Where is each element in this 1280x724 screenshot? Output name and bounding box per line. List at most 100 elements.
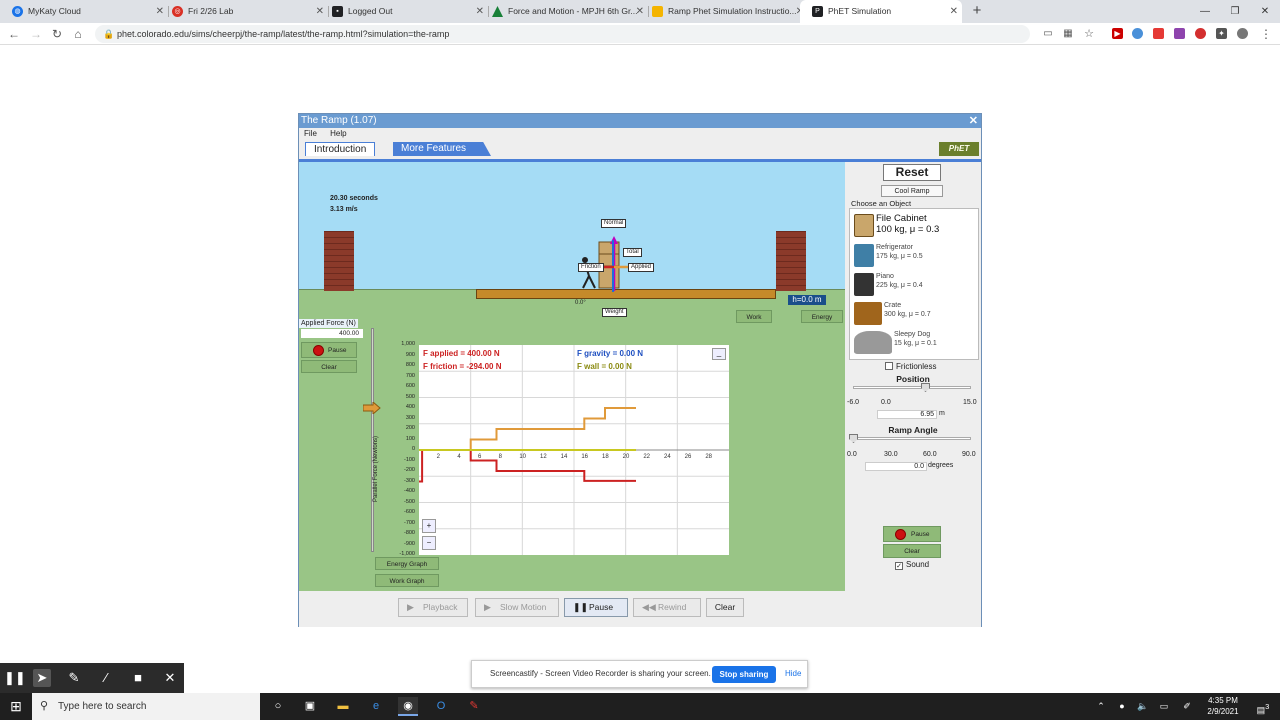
ramp-angle-slider-knob[interactable]: [849, 434, 858, 443]
work-button[interactable]: Work: [736, 310, 772, 323]
screencastify-icon[interactable]: ✎: [464, 697, 484, 716]
microphone-icon[interactable]: ●: [1114, 693, 1130, 720]
notification-icon[interactable]: ▤3: [1250, 693, 1276, 720]
browser-tab[interactable]: ◍ MyKaty Cloud ✕: [0, 0, 168, 23]
reset-button[interactable]: Reset: [883, 164, 941, 181]
position-slider-knob[interactable]: [921, 383, 930, 392]
extension-circle-icon[interactable]: [1132, 28, 1143, 39]
clock[interactable]: 4:35 PM 2/9/2021: [1200, 695, 1246, 717]
object-name: Sleepy Dog: [894, 331, 931, 338]
tab-introduction[interactable]: Introduction: [305, 142, 376, 156]
work-graph-button[interactable]: Work Graph: [375, 574, 439, 587]
cursor-icon[interactable]: ➤: [33, 669, 51, 687]
object-piano[interactable]: Piano 225 kg, μ = 0.4: [852, 271, 978, 299]
browser-tab[interactable]: Ramp Phet Simulation Instructio... ✕: [640, 0, 808, 23]
minimize-window-button[interactable]: —: [1190, 0, 1220, 23]
extension-record-icon[interactable]: [1195, 28, 1206, 39]
profile-icon[interactable]: [1237, 28, 1248, 39]
file-explorer-icon[interactable]: ▬: [333, 697, 353, 716]
menu-dots-icon[interactable]: ⋮: [1258, 26, 1274, 42]
menu-bar: File Help: [299, 128, 981, 140]
pause-recording-icon[interactable]: ❚❚: [4, 669, 26, 687]
pen-workspace-icon[interactable]: ✐: [1179, 693, 1195, 720]
extension-screencastify-icon[interactable]: [1153, 28, 1164, 39]
close-toolbar-icon[interactable]: ✕: [161, 669, 179, 687]
clear-button[interactable]: Clear: [706, 598, 744, 617]
tab-more-features[interactable]: More Features: [393, 142, 491, 156]
minimize-graph-button[interactable]: _: [712, 348, 726, 360]
network-icon[interactable]: ▭: [1156, 693, 1172, 720]
position-input[interactable]: 6.95: [877, 410, 937, 419]
frictionless-checkbox[interactable]: Frictionless: [885, 362, 936, 371]
close-window-button[interactable]: ✕: [1250, 0, 1280, 23]
object-sleepy-dog[interactable]: Sleepy Dog 15 kg, μ = 0.1: [852, 329, 978, 357]
extension-youtube-icon[interactable]: ▶: [1112, 28, 1123, 39]
windows-start-icon[interactable]: ⊞: [0, 693, 32, 720]
ramp-angle-slider-track[interactable]: [853, 437, 971, 440]
qr-icon[interactable]: ▦: [1060, 26, 1076, 42]
browser-tab-active[interactable]: P PhET Simulation ✕: [800, 0, 962, 23]
slow-motion-button[interactable]: ▶ Slow Motion: [475, 598, 559, 617]
cool-ramp-button[interactable]: Cool Ramp: [881, 185, 943, 197]
ramp-angle-input[interactable]: 0.0: [865, 462, 927, 471]
reload-icon[interactable]: ↻: [49, 26, 65, 42]
home-icon[interactable]: ⌂: [70, 26, 86, 42]
object-file-cabinet[interactable]: File Cabinet 100 kg, μ = 0.3: [852, 212, 978, 240]
close-tab-icon[interactable]: ✕: [950, 0, 958, 23]
extensions-icon[interactable]: ✦: [1216, 28, 1227, 39]
x-tick-label: 8: [499, 454, 503, 460]
checkbox-unchecked[interactable]: [885, 362, 893, 370]
sim-pause-button[interactable]: Pause: [883, 526, 941, 542]
zoom-in-icon[interactable]: +: [422, 519, 436, 533]
restore-window-button[interactable]: ❐: [1220, 0, 1250, 23]
graph-pause-button[interactable]: Pause: [301, 342, 357, 358]
url-bar[interactable]: 🔒 phet.colorado.edu/sims/cheerpj/the-ram…: [95, 25, 1030, 43]
object-crate[interactable]: Crate 300 kg, μ = 0.7: [852, 300, 978, 328]
back-icon[interactable]: ←: [6, 26, 22, 42]
browser-tab[interactable]: Force and Motion - MPJH 6th Gr... ✕: [480, 0, 648, 23]
menu-help[interactable]: Help: [330, 129, 346, 138]
menu-file[interactable]: File: [304, 129, 317, 138]
object-list: File Cabinet 100 kg, μ = 0.3 Refrigerato…: [849, 208, 979, 360]
position-min: -6.0: [847, 399, 860, 406]
task-view-icon[interactable]: ▣: [300, 697, 320, 716]
graph-clear-button[interactable]: Clear: [301, 360, 357, 373]
cortana-icon[interactable]: ○: [268, 697, 288, 716]
pause-button[interactable]: ❚❚ Pause: [564, 598, 628, 617]
stop-sharing-button[interactable]: Stop sharing: [712, 666, 776, 683]
pen-icon[interactable]: ✎: [65, 669, 83, 687]
tray-chevron-icon[interactable]: ⌃: [1093, 693, 1109, 720]
new-tab-button[interactable]: +: [968, 2, 986, 20]
position-slider-track[interactable]: [853, 386, 971, 389]
rewind-button[interactable]: ◀◀ Rewind: [633, 598, 701, 617]
applied-force-input[interactable]: 400.00: [301, 329, 363, 338]
volume-icon[interactable]: 🔈: [1135, 693, 1151, 720]
sound-checkbox[interactable]: ✓ Sound: [895, 560, 929, 570]
y-tick-label: -700: [403, 519, 415, 526]
close-icon[interactable]: ✕: [969, 114, 978, 128]
star-icon[interactable]: ☆: [1081, 26, 1097, 42]
taskbar-search[interactable]: ⚲ Type here to search: [32, 693, 260, 720]
sim-clear-button[interactable]: Clear: [883, 544, 941, 558]
chrome-icon[interactable]: ◉: [398, 697, 418, 716]
y-tick-label: -900: [403, 540, 415, 547]
y-tick-label: 700: [405, 372, 415, 379]
applied-force-slider-handle[interactable]: [363, 402, 381, 414]
browser-tab[interactable]: ◎ Fri 2/26 Lab ✕: [160, 0, 328, 23]
play-icon: ▶: [407, 602, 414, 612]
hide-notice-button[interactable]: Hide: [785, 661, 801, 687]
browser-tab[interactable]: ▪ Logged Out ✕: [320, 0, 488, 23]
camera-icon[interactable]: ■: [129, 669, 147, 687]
zoom-out-icon[interactable]: −: [422, 536, 436, 550]
energy-graph-button[interactable]: Energy Graph: [375, 557, 439, 570]
outlook-icon[interactable]: O: [431, 697, 451, 716]
cast-icon[interactable]: ▭: [1040, 26, 1056, 42]
object-refrigerator[interactable]: Refrigerator 175 kg, μ = 0.5: [852, 242, 978, 270]
checkmark-icon[interactable]: ✓: [895, 562, 903, 570]
edge-icon[interactable]: e: [366, 697, 386, 716]
playback-button[interactable]: ▶ Playback: [398, 598, 468, 617]
highlighter-icon[interactable]: ⁄: [97, 669, 115, 687]
forward-icon[interactable]: →: [28, 26, 44, 42]
energy-button[interactable]: Energy: [801, 310, 843, 323]
extension-puzzle-icon[interactable]: [1174, 28, 1185, 39]
